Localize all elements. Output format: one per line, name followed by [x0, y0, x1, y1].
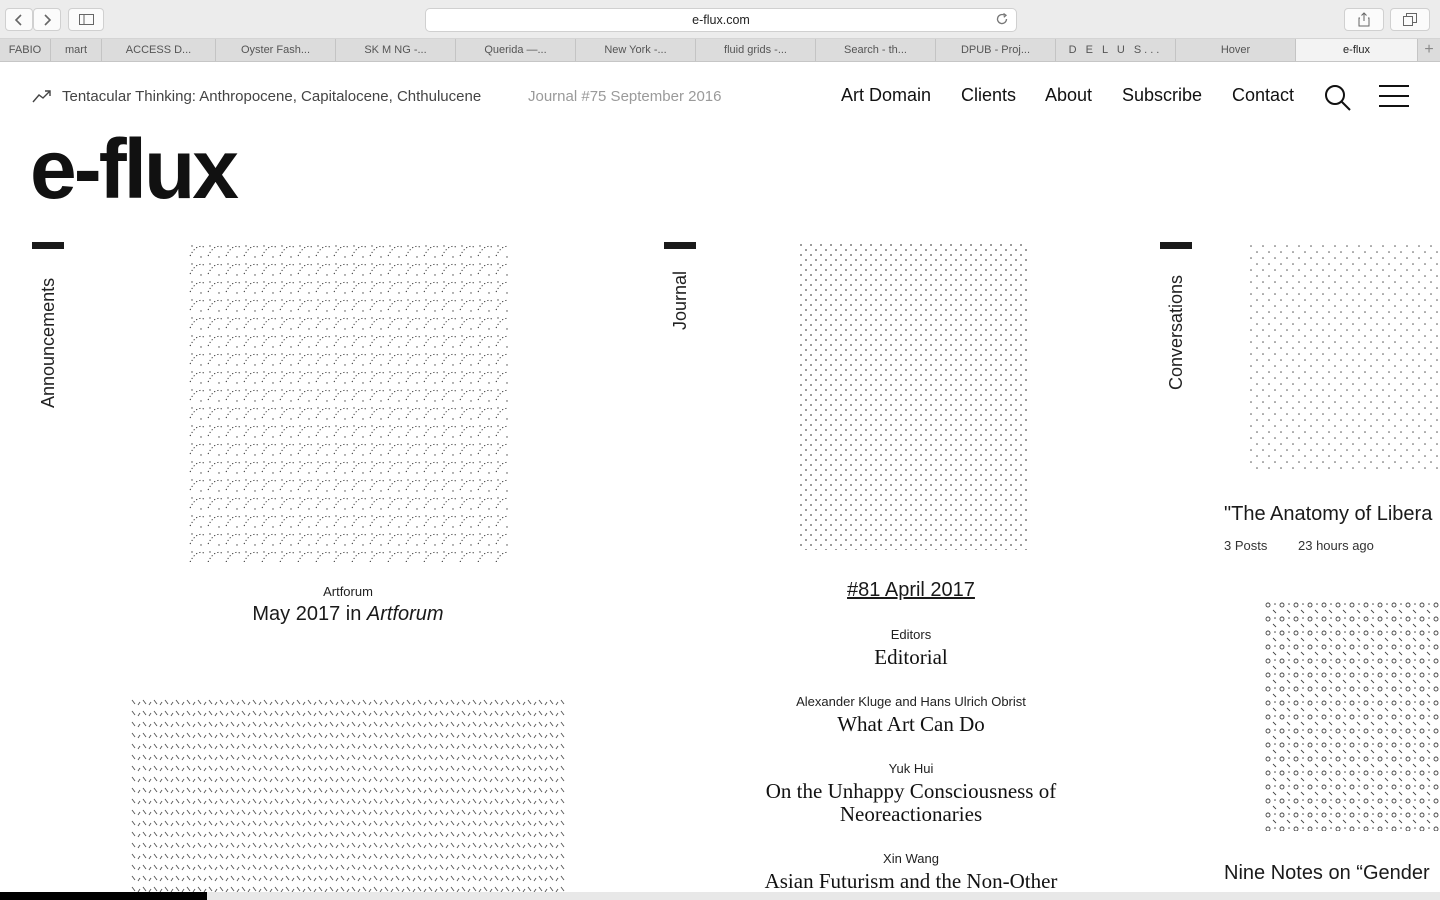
- horizontal-scrollbar[interactable]: [0, 892, 1440, 900]
- page: Tentacular Thinking: Anthropocene, Capit…: [0, 62, 1440, 900]
- browser-tab[interactable]: mart: [51, 39, 102, 61]
- share-button[interactable]: [1344, 8, 1384, 31]
- nav-about[interactable]: About: [1045, 85, 1092, 106]
- sidebar-icon: [78, 14, 94, 25]
- article-author: Yuk Hui: [888, 761, 934, 776]
- journal-article[interactable]: Alexander Kluge and Hans Ulrich Obrist W…: [711, 694, 1111, 736]
- back-button[interactable]: [5, 8, 33, 31]
- search-icon[interactable]: [1324, 84, 1352, 112]
- conversation-title[interactable]: Nine Notes on “Gender: [1224, 862, 1430, 885]
- tabs-overview-button[interactable]: [1390, 8, 1430, 31]
- article-title[interactable]: Asian Futurism and the Non-Other: [711, 870, 1111, 893]
- nav-clients[interactable]: Clients: [961, 85, 1016, 106]
- announcement-source: Artforum: [323, 584, 373, 599]
- chevron-right-icon: [44, 13, 52, 26]
- conversation-timestamp: 23 hours ago: [1298, 538, 1374, 553]
- announcement-title[interactable]: May 2017 in Artforum: [188, 603, 508, 626]
- share-icon: [1358, 12, 1370, 27]
- trending-icon: [32, 90, 51, 103]
- article-author: Editors: [890, 627, 932, 642]
- menu-icon[interactable]: [1379, 85, 1409, 107]
- conversation-title[interactable]: "The Anatomy of Libera: [1224, 503, 1432, 526]
- forward-button[interactable]: [33, 8, 61, 31]
- browser-tab[interactable]: D E L U S...: [1056, 39, 1176, 61]
- chevron-left-icon: [14, 13, 22, 26]
- conversation-post-count: 3 Posts: [1224, 538, 1268, 553]
- site-logo[interactable]: e-flux: [30, 127, 239, 211]
- journal-article[interactable]: Yuk Hui On the Unhappy Consciousness of …: [711, 761, 1111, 826]
- announcement-item[interactable]: Artforum May 2017 in Artforum: [188, 584, 508, 626]
- browser-toolbar: e-flux.com: [0, 0, 1440, 39]
- browser-tab[interactable]: Hover: [1176, 39, 1296, 61]
- journal-cover-image[interactable]: [798, 242, 1028, 550]
- browser-tab-active[interactable]: e-flux: [1296, 39, 1418, 61]
- article-title[interactable]: On the Unhappy Consciousness of Neoreact…: [756, 780, 1066, 826]
- browser-tab[interactable]: SK M NG -...: [336, 39, 456, 61]
- tabs-icon: [1403, 13, 1417, 26]
- browser-tab[interactable]: ACCESS D...: [102, 39, 216, 61]
- section-marker: [664, 242, 696, 249]
- announcement-title-text: May 2017 in: [252, 603, 367, 625]
- tab-bar: FABIO mart ACCESS D... Oyster Fash... SK…: [0, 39, 1440, 62]
- section-label-conversations[interactable]: Conversations: [1166, 275, 1187, 390]
- article-author: Alexander Kluge and Hans Ulrich Obrist: [796, 694, 1026, 709]
- section-marker: [1160, 242, 1192, 249]
- nav-subscribe[interactable]: Subscribe: [1122, 85, 1202, 106]
- browser-tab[interactable]: New York -...: [576, 39, 696, 61]
- address-bar[interactable]: e-flux.com: [425, 8, 1017, 32]
- nav-contact[interactable]: Contact: [1232, 85, 1294, 106]
- announcement-title-italic: Artforum: [366, 603, 444, 625]
- browser-tab[interactable]: fluid grids -...: [696, 39, 816, 61]
- browser-tab[interactable]: Oyster Fash...: [216, 39, 336, 61]
- conversation-image[interactable]: [1248, 242, 1440, 472]
- sidebar-toggle-button[interactable]: [68, 8, 104, 31]
- current-article-link[interactable]: Tentacular Thinking: Anthropocene, Capit…: [62, 88, 481, 105]
- scrollbar-thumb[interactable]: [0, 892, 207, 900]
- nav-art-domain[interactable]: Art Domain: [841, 85, 931, 106]
- browser-tab[interactable]: FABIO: [0, 39, 51, 61]
- browser-tab[interactable]: Querida —...: [456, 39, 576, 61]
- announcement-image-2[interactable]: [130, 698, 566, 898]
- article-title[interactable]: Editorial: [711, 646, 1111, 669]
- browser-tab[interactable]: Search - th...: [816, 39, 936, 61]
- article-author: Xin Wang: [883, 851, 939, 866]
- url-text: e-flux.com: [692, 13, 750, 27]
- reload-icon[interactable]: [994, 11, 1010, 27]
- browser-tab[interactable]: DPUB - Proj...: [936, 39, 1056, 61]
- conversation-image-2[interactable]: [1264, 601, 1440, 831]
- journal-article[interactable]: Editors Editorial: [711, 627, 1111, 669]
- current-issue-link[interactable]: Journal #75 September 2016: [528, 88, 721, 105]
- section-marker: [32, 242, 64, 249]
- journal-article[interactable]: Xin Wang Asian Futurism and the Non-Othe…: [711, 851, 1111, 893]
- section-label-journal[interactable]: Journal: [670, 271, 691, 330]
- announcement-image[interactable]: [188, 242, 508, 562]
- article-title[interactable]: What Art Can Do: [711, 713, 1111, 736]
- journal-issue-link[interactable]: #81 April 2017: [711, 579, 1111, 602]
- new-tab-button[interactable]: +: [1418, 39, 1440, 61]
- section-label-announcements[interactable]: Announcements: [38, 278, 59, 408]
